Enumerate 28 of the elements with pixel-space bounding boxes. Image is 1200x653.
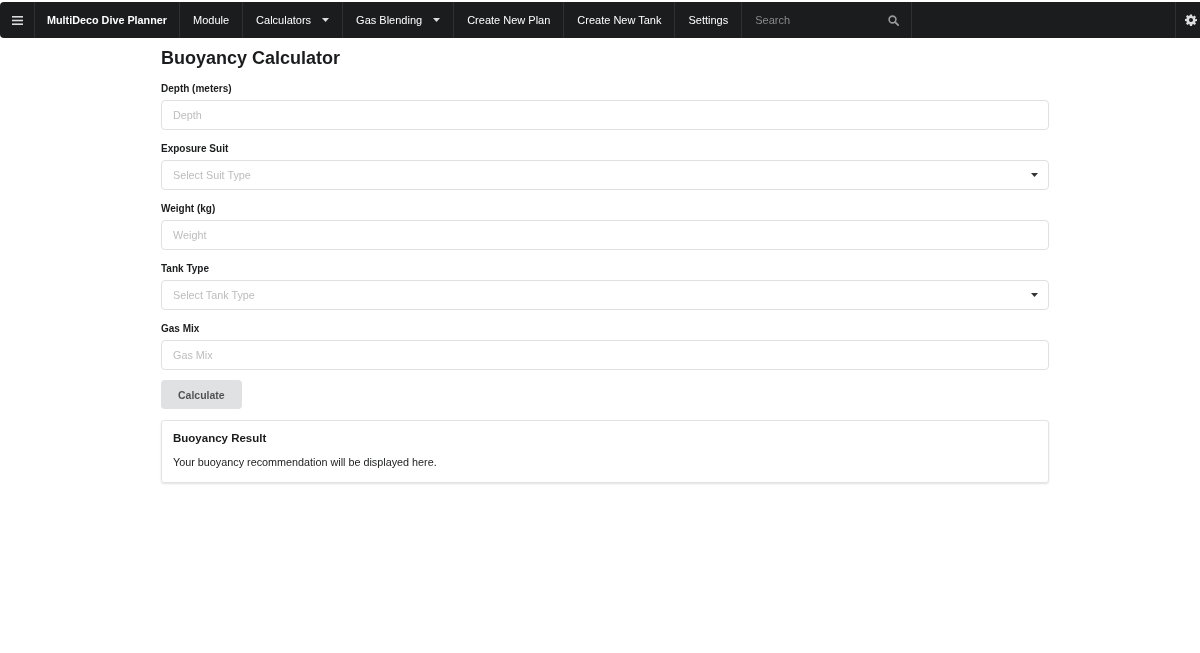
calculate-button[interactable]: Calculate: [161, 380, 242, 409]
field-label: Gas Mix: [161, 322, 200, 336]
nav-dropdown[interactable]: Calculators: [243, 2, 344, 38]
input-field[interactable]: Depth: [161, 100, 1049, 130]
nav-dropdown[interactable]: Gas Blending: [343, 2, 455, 38]
nav-link[interactable]: Module: [180, 2, 244, 38]
search-icon: [888, 14, 900, 26]
menu-icon: [12, 15, 23, 25]
field-label: Depth (meters): [161, 82, 232, 96]
result-title: Buoyancy Result: [173, 431, 268, 446]
caret-icon: [1031, 293, 1038, 297]
caret-icon: [433, 18, 441, 22]
caret-icon: [322, 18, 330, 22]
nav-link[interactable]: Settings: [675, 2, 743, 38]
search-field[interactable]: Search: [755, 11, 885, 29]
settings-button[interactable]: [1175, 2, 1200, 38]
result-text: Your buoyancy recommendation will be displayed here.: [173, 455, 438, 470]
input-field[interactable]: Weight: [161, 220, 1049, 250]
input-field[interactable]: Gas Mix: [161, 340, 1049, 370]
settings-icon: [1185, 14, 1197, 26]
brand-name[interactable]: MultiDeco Dive Planner: [35, 2, 180, 38]
field-label: Exposure Suit: [161, 142, 229, 156]
field-label: Tank Type: [161, 262, 209, 276]
field-label: Weight (kg): [161, 202, 216, 216]
page-title: Buoyancy Calculator: [161, 47, 342, 70]
nav-link[interactable]: Create New Tank: [564, 2, 676, 38]
nav-link[interactable]: Create New Plan: [454, 2, 565, 38]
caret-icon: [1031, 173, 1038, 177]
